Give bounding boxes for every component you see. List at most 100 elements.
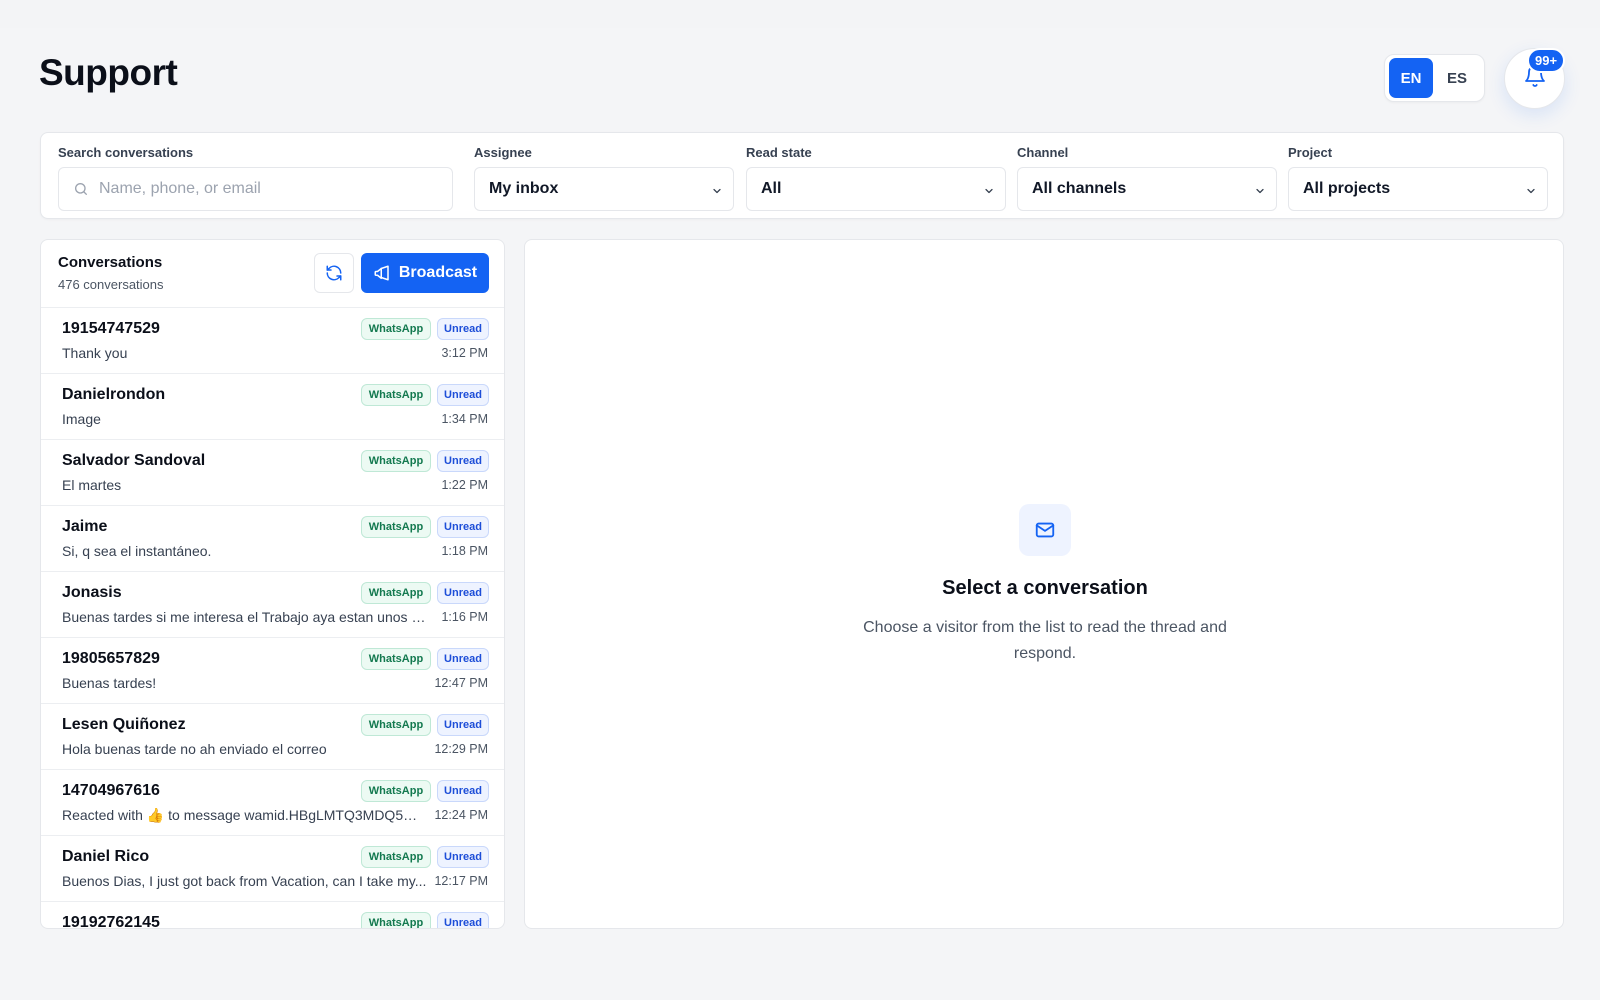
project-value: All projects — [1303, 180, 1391, 197]
page-title: Support — [39, 52, 178, 93]
lang-en-button[interactable]: EN — [1389, 58, 1433, 98]
search-field — [58, 167, 453, 211]
conversation-list: 19154747529 WhatsApp Unread Thank you 3:… — [41, 308, 504, 929]
status-badge: Unread — [437, 384, 489, 406]
conversation-row[interactable]: 19192762145 WhatsApp Unread — [41, 902, 504, 929]
message-time: 1:16 PM — [441, 610, 488, 624]
search-input[interactable] — [99, 180, 452, 198]
contact-name: Salvador Sandoval — [62, 452, 206, 469]
assignee-filter: Assignee My inbox — [474, 145, 734, 211]
broadcast-button[interactable]: Broadcast — [361, 253, 489, 293]
message-time: 1:34 PM — [441, 412, 488, 426]
conversation-row[interactable]: Salvador Sandoval WhatsApp Unread El mar… — [41, 440, 504, 506]
channel-badge: WhatsApp — [361, 648, 431, 670]
channel-badge: WhatsApp — [361, 450, 431, 472]
status-badge: Unread — [437, 450, 489, 472]
refresh-button[interactable] — [314, 253, 354, 293]
message-preview: Buenas tardes! — [62, 675, 157, 691]
message-preview: Thank you — [62, 345, 128, 361]
project-select[interactable]: All projects — [1288, 167, 1548, 211]
status-badge: Unread — [437, 318, 489, 340]
channel-badge: WhatsApp — [361, 318, 431, 340]
status-badge: Unread — [437, 516, 489, 538]
conversation-list-header: Conversations 476 conversations Broadcas… — [41, 240, 504, 308]
channel-label: Channel — [1017, 145, 1069, 160]
contact-name: 19154747529 — [62, 320, 160, 337]
assignee-select[interactable]: My inbox — [474, 167, 734, 211]
refresh-icon — [325, 264, 343, 282]
status-badge: Unread — [437, 912, 489, 928]
lang-es-button[interactable]: ES — [1435, 58, 1479, 98]
conversation-row[interactable]: Danielrondon WhatsApp Unread Image 1:34 … — [41, 374, 504, 440]
conversations-title: Conversations — [58, 254, 163, 271]
conversation-row[interactable]: 19805657829 WhatsApp Unread Buenas tarde… — [41, 638, 504, 704]
message-time: 12:47 PM — [434, 676, 488, 690]
mail-icon — [1019, 504, 1071, 556]
conversation-row[interactable]: Jaime WhatsApp Unread Si, q sea el insta… — [41, 506, 504, 572]
filter-bar: Search conversations Assignee My inbox R… — [40, 132, 1564, 219]
channel-badge: WhatsApp — [361, 582, 431, 604]
empty-state-title: Select a conversation — [942, 577, 1148, 599]
conversation-row[interactable]: Daniel Rico WhatsApp Unread Buenos Dias,… — [41, 836, 504, 902]
conversation-row[interactable]: 14704967616 WhatsApp Unread Reacted with… — [41, 770, 504, 836]
chevron-down-icon — [711, 184, 723, 202]
message-preview: Buenos Dias, I just got back from Vacati… — [62, 873, 427, 889]
message-preview: Hola buenas tarde no ah enviado el corre… — [62, 741, 327, 757]
broadcast-label: Broadcast — [398, 264, 478, 281]
conversation-list-panel: Conversations 476 conversations Broadcas… — [40, 239, 505, 929]
read-state-filter: Read state All — [746, 145, 1006, 211]
channel-badge: WhatsApp — [361, 912, 431, 928]
read-state-label: Read state — [746, 145, 812, 160]
message-time: 12:29 PM — [434, 742, 488, 756]
contact-name: 19192762145 — [62, 914, 160, 929]
chevron-down-icon — [1525, 184, 1537, 202]
search-filter: Search conversations — [58, 145, 453, 211]
channel-badge: WhatsApp — [361, 384, 431, 406]
conversation-detail-panel: Select a conversation Choose a visitor f… — [524, 239, 1564, 929]
message-time: 1:18 PM — [441, 544, 488, 558]
contact-name: Jaime — [62, 518, 108, 535]
read-state-value: All — [761, 180, 782, 197]
message-preview: Reacted with 👍 to message wamid.HBgLMTQ3… — [62, 807, 427, 823]
assignee-value: My inbox — [489, 180, 559, 197]
channel-select[interactable]: All channels — [1017, 167, 1277, 211]
top-strip — [0, 0, 1600, 28]
contact-name: 14704967616 — [62, 782, 160, 799]
message-preview: Image — [62, 411, 101, 427]
message-preview: El martes — [62, 477, 122, 493]
chevron-down-icon — [1254, 184, 1266, 202]
channel-badge: WhatsApp — [361, 780, 431, 802]
contact-name: Daniel Rico — [62, 848, 150, 865]
status-badge: Unread — [437, 648, 489, 670]
contact-name: Lesen Quiñonez — [62, 716, 186, 733]
notification-count-badge: 99+ — [1527, 48, 1566, 73]
status-badge: Unread — [437, 780, 489, 802]
channel-badge: WhatsApp — [361, 516, 431, 538]
message-time: 1:22 PM — [441, 478, 488, 492]
message-time: 12:24 PM — [434, 808, 488, 822]
message-time: 3:12 PM — [441, 346, 488, 360]
chevron-down-icon — [983, 184, 995, 202]
search-label: Search conversations — [58, 145, 194, 160]
conversations-count: 476 conversations — [58, 277, 164, 292]
conversation-row[interactable]: 19154747529 WhatsApp Unread Thank you 3:… — [41, 308, 504, 374]
contact-name: 19805657829 — [62, 650, 160, 667]
channel-badge: WhatsApp — [361, 714, 431, 736]
message-preview: Si, q sea el instantáneo. — [62, 543, 212, 559]
status-badge: Unread — [437, 582, 489, 604]
megaphone-icon — [373, 264, 391, 282]
read-state-select[interactable]: All — [746, 167, 1006, 211]
project-label: Project — [1288, 145, 1333, 160]
status-badge: Unread — [437, 846, 489, 868]
empty-state-description: Choose a visitor from the list to read t… — [863, 619, 1227, 662]
assignee-label: Assignee — [474, 145, 532, 160]
search-icon — [73, 181, 89, 197]
contact-name: Danielrondon — [62, 386, 166, 403]
message-preview: Buenas tardes si me interesa el Trabajo … — [62, 609, 427, 625]
conversation-row[interactable]: Lesen Quiñonez WhatsApp Unread Hola buen… — [41, 704, 504, 770]
channel-value: All channels — [1032, 180, 1127, 197]
contact-name: Jonasis — [62, 584, 122, 601]
channel-filter: Channel All channels — [1017, 145, 1277, 211]
conversation-row[interactable]: Jonasis WhatsApp Unread Buenas tardes si… — [41, 572, 504, 638]
language-toggle: EN ES — [1384, 54, 1485, 102]
